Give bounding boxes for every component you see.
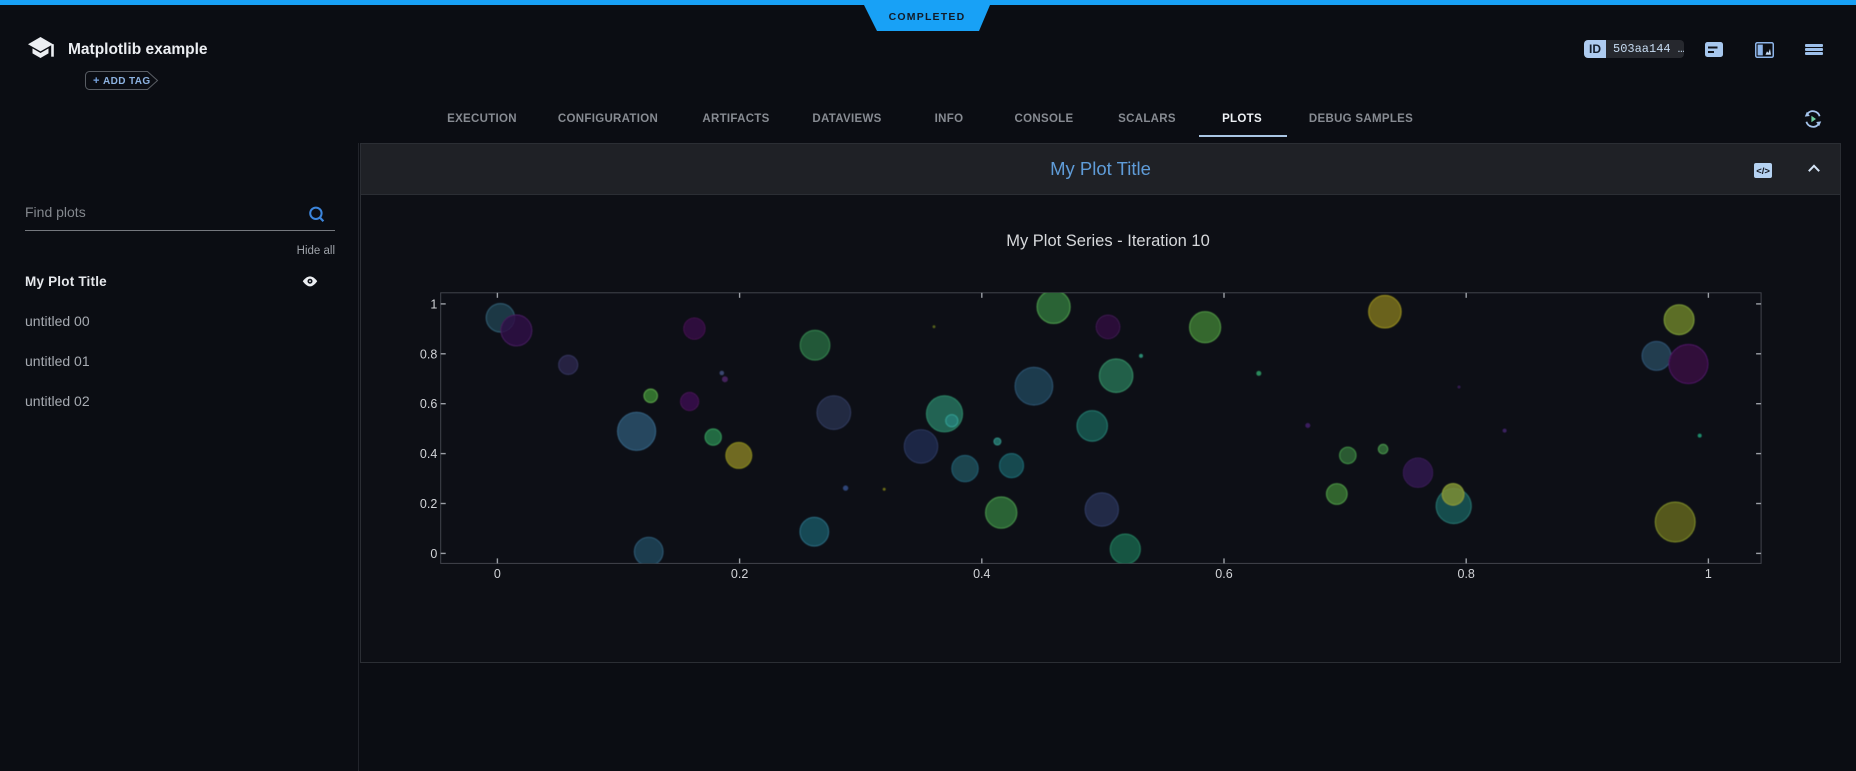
svg-text:+: + (93, 75, 99, 87)
svg-text:0.4: 0.4 (973, 567, 990, 581)
svg-text:</>: </> (1756, 166, 1770, 177)
svg-text:0.2: 0.2 (731, 567, 748, 581)
svg-text:1: 1 (430, 297, 437, 311)
svg-text:0: 0 (494, 567, 501, 581)
svg-text:0.8: 0.8 (1458, 567, 1475, 581)
svg-text:0.2: 0.2 (420, 497, 437, 511)
svg-text:0.6: 0.6 (1215, 567, 1232, 581)
svg-text:ADD TAG: ADD TAG (103, 76, 151, 87)
svg-text:0.6: 0.6 (420, 397, 437, 411)
svg-text:1: 1 (1705, 567, 1712, 581)
svg-text:0.4: 0.4 (420, 447, 437, 461)
svg-text:0: 0 (430, 547, 437, 561)
svg-text:0.8: 0.8 (420, 347, 437, 361)
svg-text:My Plot Series - Iteration 10: My Plot Series - Iteration 10 (1006, 232, 1210, 250)
